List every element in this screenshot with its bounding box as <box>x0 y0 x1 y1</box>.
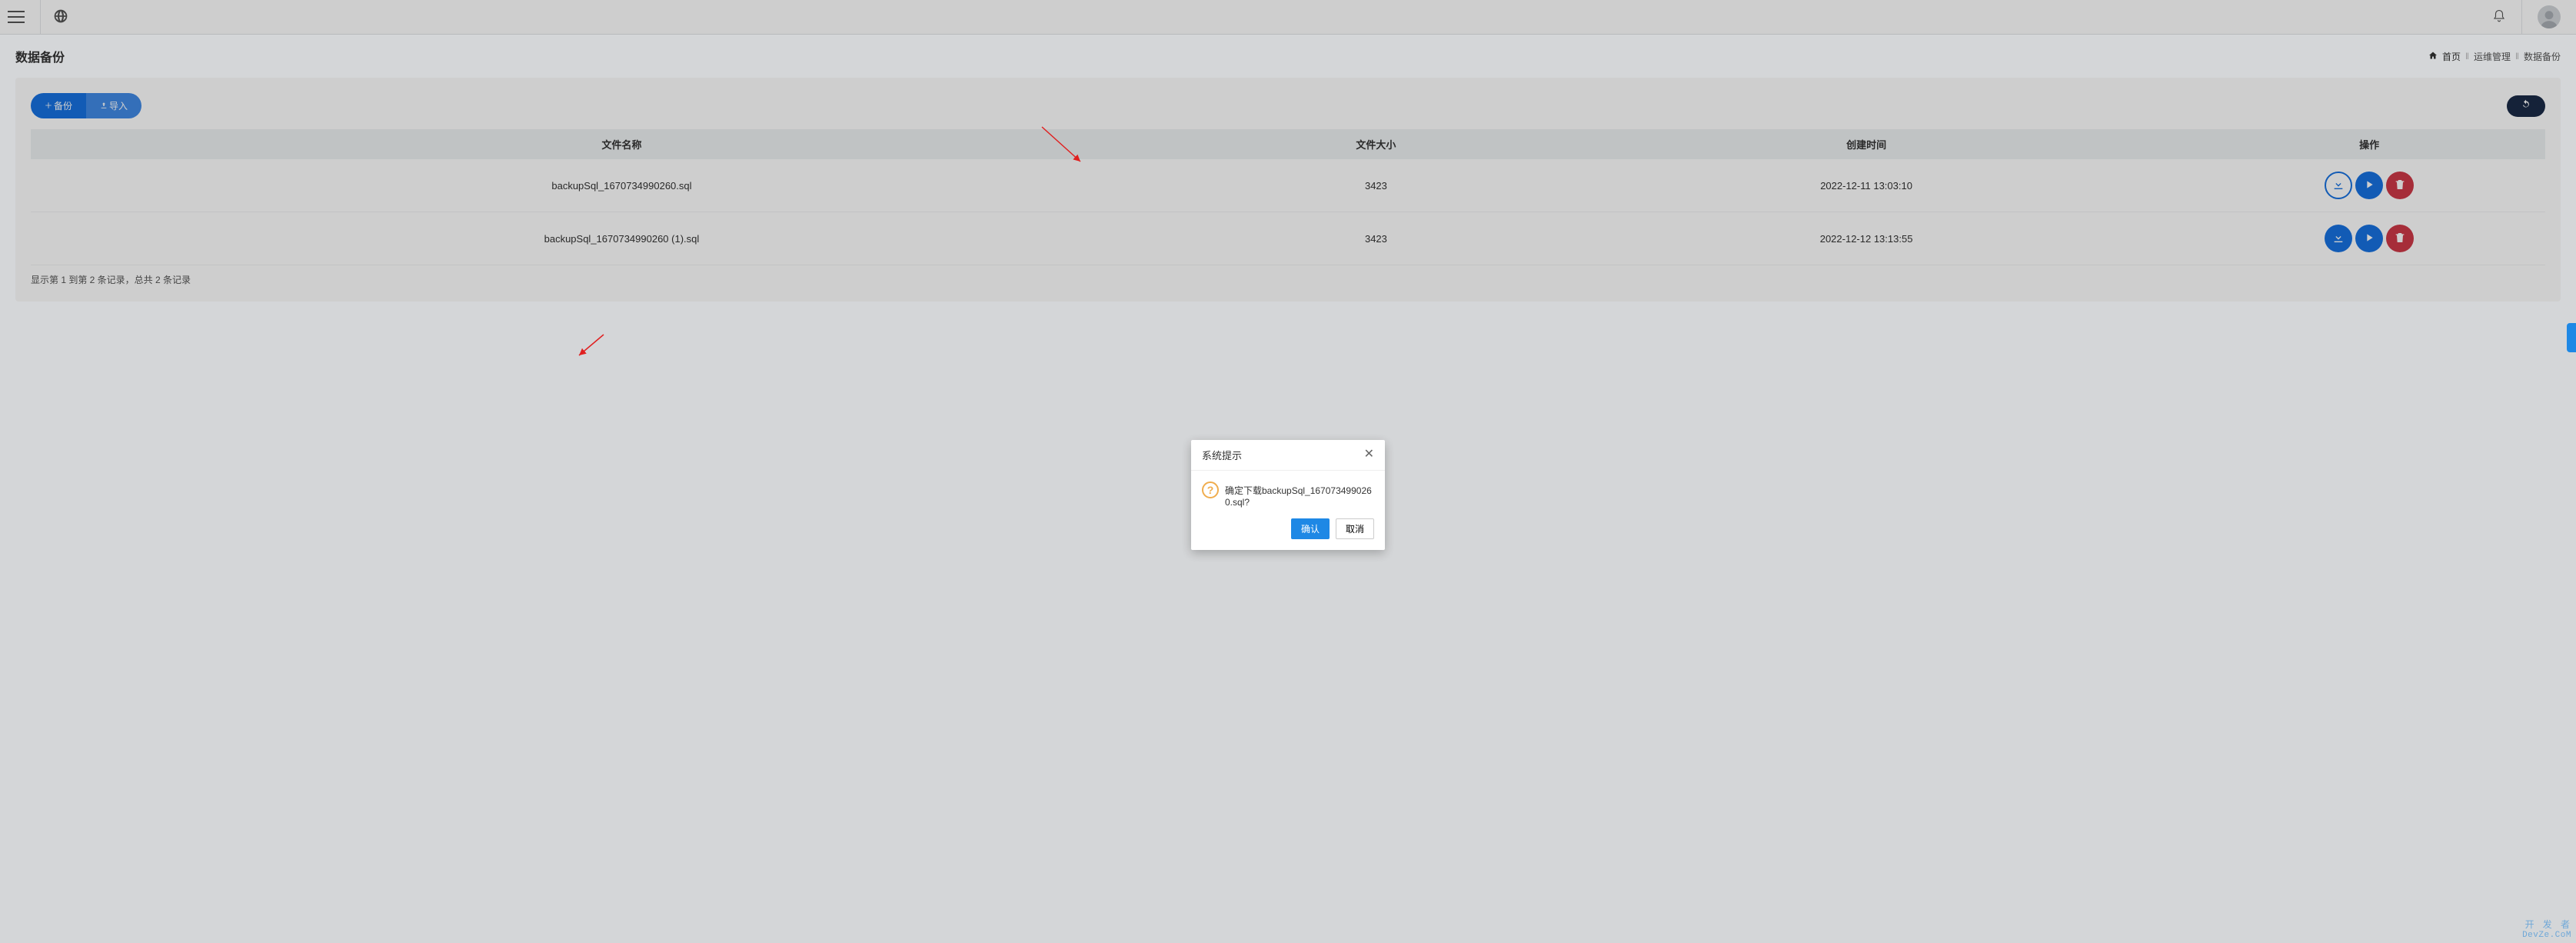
user-avatar[interactable] <box>2538 5 2561 28</box>
cell-action <box>2193 159 2545 212</box>
cell-filename: backupSql_1670734990260 (1).sql <box>31 212 1213 265</box>
table-summary: 显示第 1 到第 2 条记录，总共 2 条记录 <box>31 265 2545 286</box>
import-button-label: 导入 <box>109 99 128 112</box>
breadcrumb-current: 数据备份 <box>2524 50 2561 63</box>
watermark: 开 发 者 DevZe.CoM <box>2522 921 2571 940</box>
trash-icon <box>2394 232 2406 246</box>
col-filename: 文件名称 <box>31 129 1213 159</box>
watermark-line1: 开 发 者 <box>2522 921 2571 931</box>
upload-icon <box>100 101 108 112</box>
confirm-button[interactable]: 确认 <box>1291 518 1330 539</box>
cell-created: 2022-12-11 13:03:10 <box>1539 159 2193 212</box>
backup-table: 文件名称 文件大小 创建时间 操作 backupSql_167073499026… <box>31 129 2545 265</box>
globe-icon[interactable] <box>53 8 68 26</box>
breadcrumb-home[interactable]: 首页 <box>2442 50 2461 63</box>
home-icon <box>2428 51 2438 62</box>
toolbar: 备份 导入 <box>31 93 2545 118</box>
content-card: 备份 导入 文件名称 文件大小 创建时间 操作 <box>15 78 2561 302</box>
table-row: backupSql_1670734990260.sql 3423 2022-12… <box>31 159 2545 212</box>
divider <box>2521 0 2522 35</box>
breadcrumb-sep: ‖ <box>2515 51 2519 62</box>
delete-button[interactable] <box>2386 225 2414 252</box>
divider <box>40 0 41 35</box>
question-icon: ? <box>1202 481 1219 498</box>
trash-icon <box>2394 178 2406 193</box>
menu-toggle-button[interactable] <box>6 6 28 28</box>
modal-close-button[interactable]: ✕ <box>1364 448 1374 461</box>
play-icon <box>2363 232 2375 246</box>
close-icon: ✕ <box>1364 448 1374 461</box>
col-filesize: 文件大小 <box>1213 129 1539 159</box>
cancel-button[interactable]: 取消 <box>1336 518 1374 539</box>
import-button[interactable]: 导入 <box>86 93 141 118</box>
restore-button[interactable] <box>2355 172 2383 199</box>
notification-bell-icon[interactable] <box>2492 9 2506 25</box>
breadcrumb-sep: ‖ <box>2465 51 2469 62</box>
modal-message: 确定下载backupSql_1670734990260.sql? <box>1225 481 1374 508</box>
delete-button[interactable] <box>2386 172 2414 199</box>
col-action: 操作 <box>2193 129 2545 159</box>
download-icon <box>2332 232 2345 246</box>
cell-created: 2022-12-12 13:13:55 <box>1539 212 2193 265</box>
refresh-button[interactable] <box>2507 95 2545 117</box>
page-header: 数据备份 首页 ‖ 运维管理 ‖ 数据备份 <box>0 35 2576 78</box>
breadcrumb-mid: 运维管理 <box>2474 50 2511 63</box>
play-icon <box>2363 178 2375 193</box>
table-row: backupSql_1670734990260 (1).sql 3423 202… <box>31 212 2545 265</box>
breadcrumb: 首页 ‖ 运维管理 ‖ 数据备份 <box>2428 50 2561 63</box>
annotation-arrow-2 <box>573 331 611 364</box>
watermark-line2: DevZe.CoM <box>2522 931 2571 940</box>
download-icon <box>2332 178 2345 193</box>
restore-button[interactable] <box>2355 225 2383 252</box>
cell-filename: backupSql_1670734990260.sql <box>31 159 1213 212</box>
download-button[interactable] <box>2325 225 2352 252</box>
backup-button[interactable]: 备份 <box>31 93 86 118</box>
cell-action <box>2193 212 2545 265</box>
backup-button-label: 备份 <box>54 99 72 112</box>
plus-icon <box>45 101 52 112</box>
top-navbar <box>0 0 2576 35</box>
side-tab[interactable] <box>2567 323 2576 352</box>
refresh-icon <box>2521 99 2531 112</box>
action-button-group: 备份 导入 <box>31 93 141 118</box>
modal-title: 系统提示 <box>1202 448 1242 462</box>
page-title: 数据备份 <box>15 47 65 65</box>
download-button[interactable] <box>2325 172 2352 199</box>
cell-filesize: 3423 <box>1213 212 1539 265</box>
cell-filesize: 3423 <box>1213 159 1539 212</box>
confirm-modal: 系统提示 ✕ ? 确定下载backupSql_1670734990260.sql… <box>1191 440 1385 550</box>
col-created: 创建时间 <box>1539 129 2193 159</box>
